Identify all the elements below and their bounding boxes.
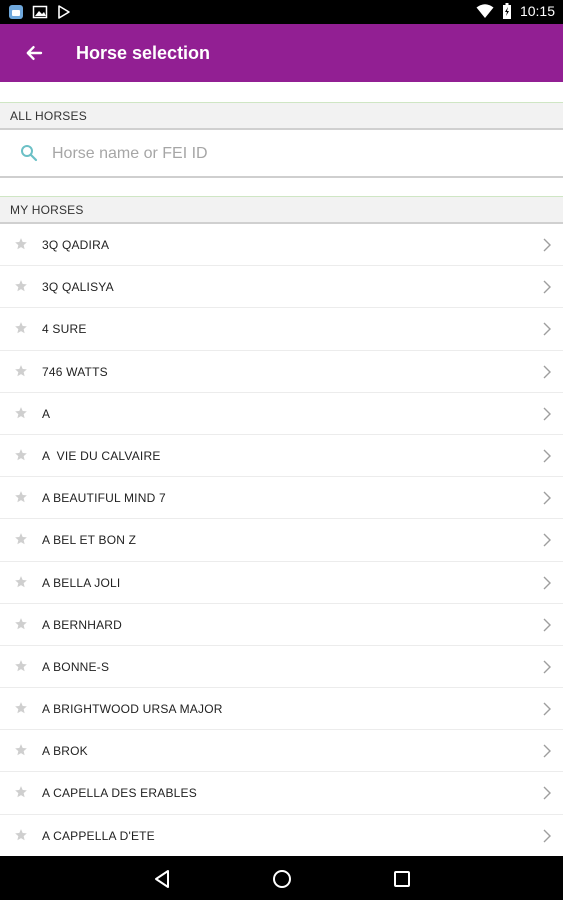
horse-name: A BERNHARD: [42, 617, 123, 632]
chevron-right-icon: [543, 491, 551, 505]
list-item[interactable]: A BROK: [0, 730, 563, 773]
horse-list: 3Q QADIRA 3Q QALISYA 4 SURE 746 WATTS A …: [0, 224, 563, 856]
horse-name: A BONNE-S: [42, 659, 110, 674]
home-circle-icon: [273, 870, 291, 888]
horse-name: A BEAUTIFUL MIND 7: [42, 491, 166, 506]
star-icon[interactable]: [14, 575, 28, 589]
horse-name: A BRIGHTWOOD URSA MAJOR: [42, 702, 223, 717]
horse-name: A VIE DU CALVAIRE: [42, 448, 161, 463]
list-item[interactable]: 3Q QADIRA: [0, 224, 563, 267]
list-item[interactable]: A BONNE-S: [0, 646, 563, 689]
nav-back-button[interactable]: [150, 867, 174, 891]
list-item[interactable]: A VIE DU CALVAIRE: [0, 435, 563, 478]
star-icon[interactable]: [14, 659, 28, 673]
horse-name: 4 SURE: [42, 322, 87, 337]
status-bar: 10:15: [0, 0, 563, 24]
chevron-right-icon: [543, 744, 551, 758]
image-icon: [32, 5, 48, 19]
nav-home-button[interactable]: [270, 867, 294, 891]
chevron-right-icon: [543, 702, 551, 716]
chevron-right-icon: [543, 449, 551, 463]
horse-name: 3Q QALISYA: [42, 280, 114, 295]
star-icon[interactable]: [14, 828, 28, 842]
nav-recents-button[interactable]: [390, 867, 414, 891]
my-horses-header: MY HORSES: [0, 196, 563, 224]
wifi-icon: [476, 4, 494, 18]
status-system: 10:15: [476, 3, 555, 19]
horse-name: 3Q QADIRA: [42, 238, 110, 252]
all-horses-header: ALL HORSES: [0, 102, 563, 130]
search-icon: [21, 145, 38, 162]
chevron-right-icon: [543, 576, 551, 589]
chevron-right-icon: [543, 829, 551, 843]
horse-name: A CAPELLA DES ERABLES: [42, 786, 197, 801]
battery-charging-icon: [502, 3, 511, 19]
status-notifications: [8, 4, 72, 20]
back-button[interactable]: [18, 37, 50, 69]
status-time: 10:15: [519, 3, 555, 19]
star-icon[interactable]: [14, 237, 28, 251]
star-icon[interactable]: [14, 490, 28, 504]
list-item[interactable]: 4 SURE: [0, 308, 563, 351]
horse-name: A CAPPELLA D'ETE: [42, 828, 155, 843]
horse-search-input[interactable]: [52, 140, 542, 168]
star-icon[interactable]: [14, 743, 28, 757]
recents-square-icon: [394, 871, 410, 887]
arrow-left-icon: [26, 46, 43, 60]
star-icon[interactable]: [14, 785, 28, 799]
list-item[interactable]: A CAPPELLA D'ETE: [0, 815, 563, 856]
chevron-right-icon: [543, 786, 551, 800]
horse-name: A BELLA JOLI: [42, 575, 121, 590]
chevron-right-icon: [543, 660, 551, 674]
horse-name: A BEL ET BON Z: [42, 533, 137, 548]
star-icon[interactable]: [14, 701, 28, 715]
chevron-right-icon: [543, 280, 551, 294]
chevron-right-icon: [543, 238, 551, 252]
chevron-right-icon: [543, 618, 551, 632]
list-item[interactable]: 3Q QALISYA: [0, 266, 563, 309]
list-item[interactable]: A: [0, 393, 563, 435]
star-icon[interactable]: [14, 448, 28, 462]
app-notification-icon: [9, 5, 23, 19]
list-item[interactable]: A BEAUTIFUL MIND 7: [0, 477, 563, 520]
chevron-right-icon: [543, 322, 551, 336]
chevron-right-icon: [543, 533, 551, 547]
app-bar: Horse selection: [0, 24, 563, 82]
system-nav-bar: [0, 856, 563, 900]
list-item[interactable]: A BERNHARD: [0, 604, 563, 646]
star-icon[interactable]: [14, 321, 28, 335]
star-icon[interactable]: [14, 279, 28, 293]
horse-name: 746 WATTS: [42, 364, 108, 379]
list-item[interactable]: A BRIGHTWOOD URSA MAJOR: [0, 688, 563, 731]
chevron-right-icon: [543, 407, 551, 421]
page-title: Horse selection: [76, 43, 211, 63]
star-icon[interactable]: [14, 406, 28, 420]
star-icon[interactable]: [14, 364, 28, 378]
chevron-right-icon: [543, 365, 551, 379]
back-triangle-icon: [155, 870, 169, 888]
list-item[interactable]: 746 WATTS: [0, 351, 563, 393]
play-store-icon: [58, 5, 70, 19]
star-icon[interactable]: [14, 617, 28, 631]
list-item[interactable]: A BELLA JOLI: [0, 562, 563, 604]
star-icon[interactable]: [14, 532, 28, 546]
horse-name: A BROK: [42, 744, 88, 759]
search-row: [0, 130, 563, 178]
list-item[interactable]: A BEL ET BON Z: [0, 519, 563, 562]
list-item[interactable]: A CAPELLA DES ERABLES: [0, 772, 563, 815]
horse-name: A: [42, 406, 51, 421]
